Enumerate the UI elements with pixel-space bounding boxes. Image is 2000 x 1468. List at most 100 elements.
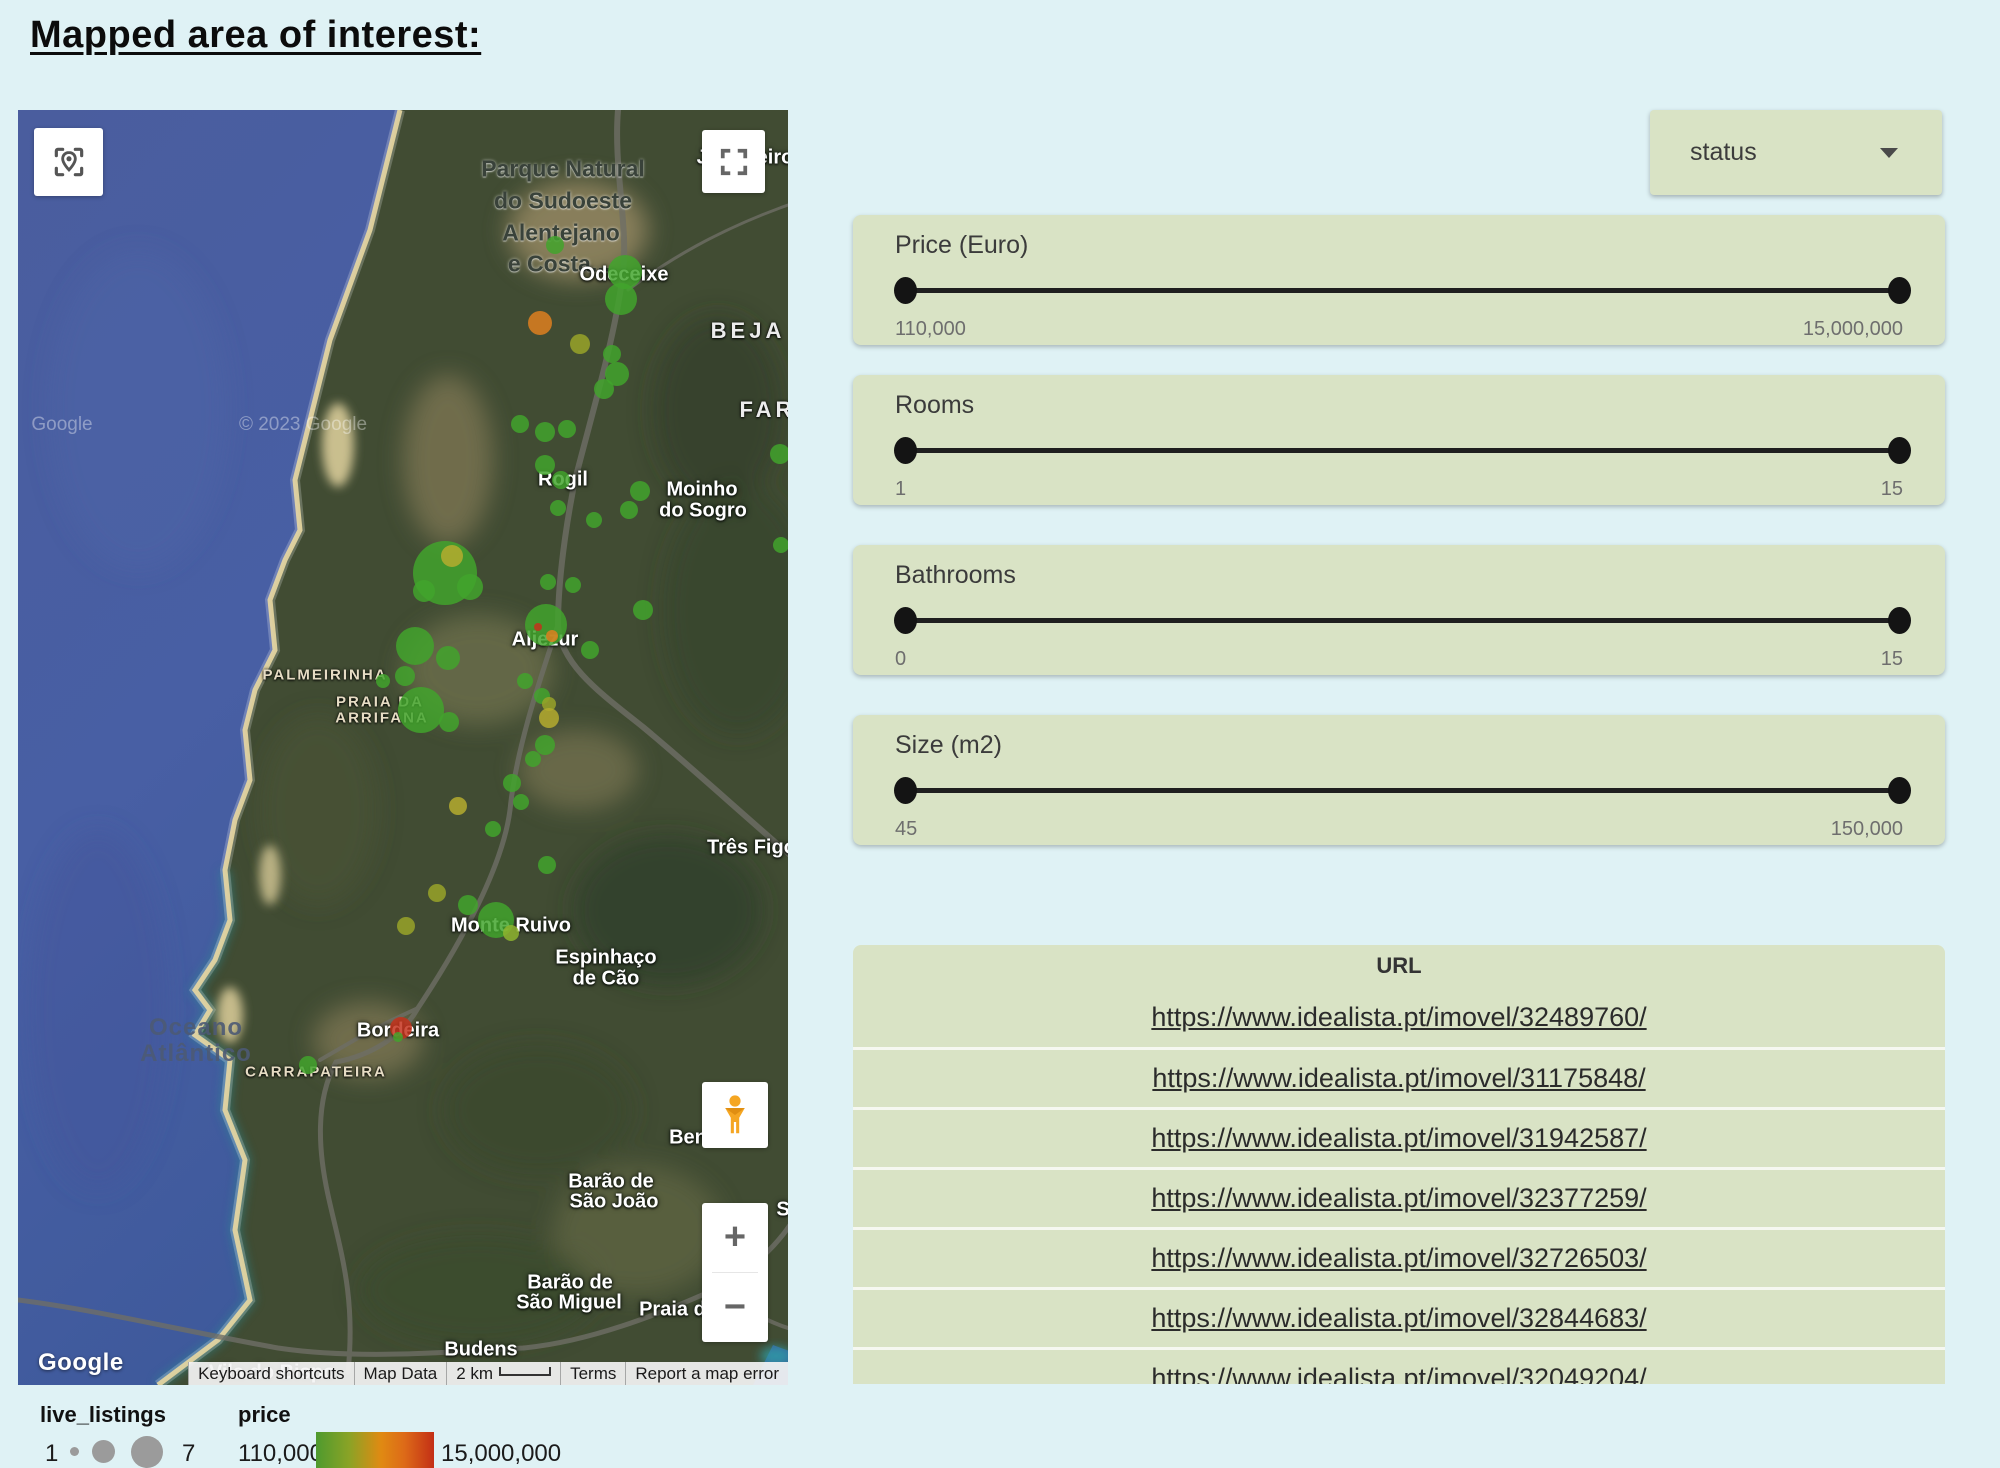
attribution-terms[interactable]: Terms <box>560 1362 625 1385</box>
listing-url-link[interactable]: https://www.idealista.pt/imovel/31942587… <box>1151 1123 1646 1154</box>
listing-marker[interactable] <box>603 345 621 363</box>
listing-marker[interactable] <box>413 580 435 602</box>
listing-url-link[interactable]: https://www.idealista.pt/imovel/32377259… <box>1151 1183 1646 1214</box>
listing-marker[interactable] <box>534 623 542 631</box>
listing-marker[interactable] <box>513 794 529 810</box>
bathrooms-slider-handle-min[interactable] <box>894 607 917 634</box>
listing-marker[interactable] <box>550 500 566 516</box>
size-legend-dot-small <box>70 1447 79 1456</box>
listing-marker[interactable] <box>398 687 444 733</box>
listing-marker[interactable] <box>570 334 590 354</box>
rooms-slider-min-value: 1 <box>895 478 906 501</box>
status-dropdown[interactable]: status <box>1650 110 1942 195</box>
color-legend-min: 110,000 <box>238 1440 323 1468</box>
listing-marker[interactable] <box>535 455 555 475</box>
url-table-row: https://www.idealista.pt/imovel/32726503… <box>853 1227 1945 1287</box>
attribution-report-a-map-error[interactable]: Report a map error <box>625 1362 788 1385</box>
size-slider-handle-min[interactable] <box>894 777 917 804</box>
listing-marker[interactable] <box>393 1032 403 1042</box>
rooms-slider-max-value: 15 <box>1881 478 1903 501</box>
size-slider-min-value: 45 <box>895 818 917 841</box>
url-table-row: https://www.idealista.pt/imovel/32377259… <box>853 1167 1945 1227</box>
bathrooms-slider-handle-max[interactable] <box>1888 607 1911 634</box>
listing-marker[interactable] <box>395 666 415 686</box>
size-slider-track[interactable] <box>905 788 1900 793</box>
listing-marker[interactable] <box>525 604 567 646</box>
listing-marker[interactable] <box>565 577 581 593</box>
map-canvas[interactable]: Parque Naturaldo SudoesteAlentejanoe Cos… <box>18 110 788 1385</box>
listing-marker[interactable] <box>630 481 650 501</box>
listing-marker[interactable] <box>428 884 446 902</box>
bathrooms-slider-min-value: 0 <box>895 648 906 671</box>
listing-marker[interactable] <box>535 422 555 442</box>
slider-panel-rooms: Rooms115 <box>853 375 1945 505</box>
listing-marker[interactable] <box>503 774 521 792</box>
price-slider-handle-max[interactable] <box>1888 277 1911 304</box>
listing-marker[interactable] <box>396 627 434 665</box>
listing-marker[interactable] <box>539 708 559 728</box>
size-legend-dot-medium <box>92 1440 115 1463</box>
listing-marker[interactable] <box>773 537 788 553</box>
listing-marker[interactable] <box>528 311 552 335</box>
listing-marker[interactable] <box>441 545 463 567</box>
zoom-in-button[interactable]: + <box>702 1203 768 1272</box>
size-legend-max: 7 <box>182 1440 195 1468</box>
listing-marker[interactable] <box>439 712 459 732</box>
listing-marker[interactable] <box>457 574 483 600</box>
listing-url-link[interactable]: https://www.idealista.pt/imovel/32726503… <box>1151 1243 1646 1274</box>
listing-marker[interactable] <box>552 471 570 489</box>
rooms-slider-handle-max[interactable] <box>1888 437 1911 464</box>
app-root: Mapped area of interest: <box>0 0 2000 1468</box>
page-title: Mapped area of interest: <box>30 14 481 57</box>
pegman-button[interactable] <box>702 1082 768 1148</box>
price-gradient-bar <box>316 1432 434 1468</box>
listing-url-link[interactable]: https://www.idealista.pt/imovel/32049204… <box>1151 1363 1646 1384</box>
url-table-row: https://www.idealista.pt/imovel/31175848… <box>853 1047 1945 1107</box>
price-slider-handle-min[interactable] <box>894 277 917 304</box>
rooms-slider-track[interactable] <box>905 448 1900 453</box>
listing-marker[interactable] <box>594 379 614 399</box>
attribution-keyboard-shortcuts[interactable]: Keyboard shortcuts <box>188 1362 353 1385</box>
price-slider-track[interactable] <box>905 288 1900 293</box>
slider-panel-price: Price (Euro)110,00015,000,000 <box>853 215 1945 345</box>
color-legend-title: price <box>238 1402 291 1428</box>
slider-panel-size: Size (m2)45150,000 <box>853 715 1945 845</box>
listing-marker[interactable] <box>633 600 653 620</box>
listing-marker[interactable] <box>620 501 638 519</box>
listing-marker[interactable] <box>376 674 390 688</box>
listing-url-link[interactable]: https://www.idealista.pt/imovel/31175848… <box>1152 1063 1645 1094</box>
listing-marker[interactable] <box>538 856 556 874</box>
listing-marker[interactable] <box>770 444 788 464</box>
url-table-row: https://www.idealista.pt/imovel/32844683… <box>853 1287 1945 1347</box>
color-legend-max: 15,000,000 <box>441 1440 561 1468</box>
listing-marker[interactable] <box>546 236 564 254</box>
listing-marker[interactable] <box>605 283 637 315</box>
listing-marker[interactable] <box>511 415 529 433</box>
listing-marker[interactable] <box>517 673 533 689</box>
listing-marker[interactable] <box>397 917 415 935</box>
bathrooms-slider-label: Bathrooms <box>895 561 1016 590</box>
bathrooms-slider-track[interactable] <box>905 618 1900 623</box>
listing-marker[interactable] <box>449 797 467 815</box>
listing-marker[interactable] <box>558 420 576 438</box>
listing-marker[interactable] <box>485 821 501 837</box>
listing-marker[interactable] <box>546 630 558 642</box>
size-legend-dot-large <box>131 1436 163 1468</box>
listing-marker[interactable] <box>540 574 556 590</box>
fullscreen-button[interactable] <box>702 130 765 193</box>
listing-marker[interactable] <box>586 512 602 528</box>
listing-marker[interactable] <box>436 646 460 670</box>
fullscreen-icon <box>719 147 749 177</box>
listing-marker[interactable] <box>458 895 478 915</box>
zoom-out-button[interactable]: − <box>702 1273 768 1342</box>
listing-marker[interactable] <box>503 925 519 941</box>
rooms-slider-handle-min[interactable] <box>894 437 917 464</box>
price-slider-min-value: 110,000 <box>895 318 966 341</box>
locate-area-button[interactable] <box>34 128 103 196</box>
listing-url-link[interactable]: https://www.idealista.pt/imovel/32844683… <box>1151 1303 1646 1334</box>
listing-marker[interactable] <box>299 1056 317 1074</box>
listing-marker[interactable] <box>525 751 541 767</box>
listing-marker[interactable] <box>581 641 599 659</box>
listing-url-link[interactable]: https://www.idealista.pt/imovel/32489760… <box>1151 1002 1646 1033</box>
size-slider-handle-max[interactable] <box>1888 777 1911 804</box>
